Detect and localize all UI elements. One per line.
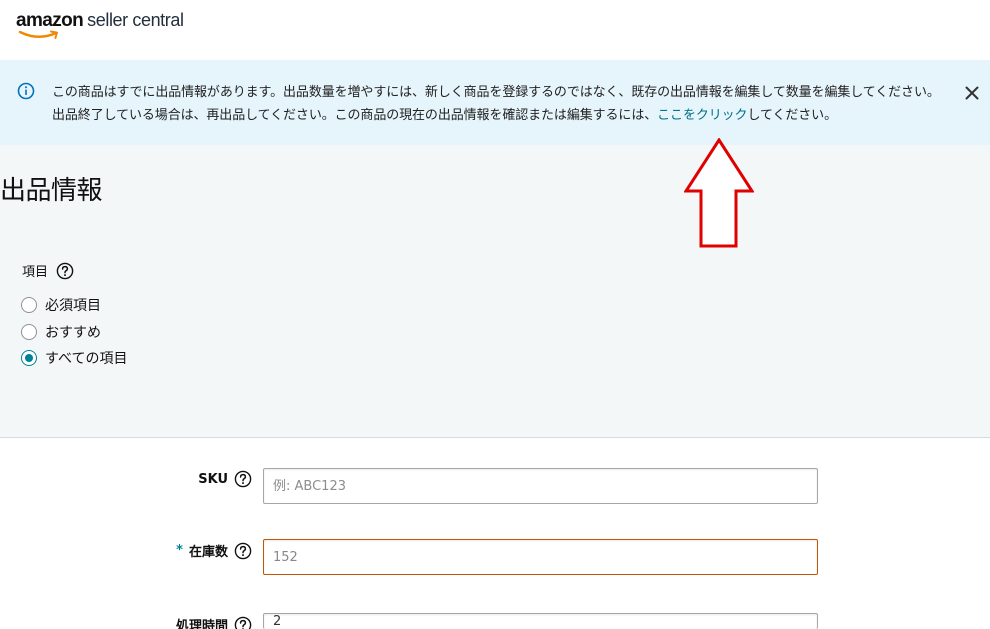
alert-message-line2-after: してください。 [747,108,837,123]
alert-message: この商品はすでに出品情報があります。出品数量を増やすには、新しく商品を登録するの… [52,81,957,127]
close-icon[interactable] [963,84,981,102]
help-icon[interactable] [234,616,252,629]
red-up-arrow-annotation [684,138,754,248]
radio-button[interactable] [21,324,37,340]
top-header: amazon seller central [0,0,990,60]
existing-listing-alert: この商品はすでに出品情報があります。出品数量を増やすには、新しく商品を登録するの… [0,60,990,145]
radio-all-items[interactable]: すべての項目 [21,348,127,368]
radio-label: すべての項目 [45,351,128,367]
radio-label: おすすめ [45,325,101,341]
quantity-input[interactable] [263,539,818,575]
quantity-label-row: * 在庫数 [0,541,252,560]
amazon-seller-central-logo[interactable]: amazon seller central [16,10,184,39]
sku-input[interactable] [263,468,818,504]
handling-time-label: 処理時間 [175,619,228,629]
logo-amazon-text: amazon [16,10,84,31]
info-icon [17,82,35,100]
sku-label-row: SKU [0,470,252,488]
help-icon[interactable] [234,542,252,560]
alert-message-line1: この商品はすでに出品情報があります。出品数量を増やすには、新しく商品を登録するの… [52,85,940,100]
logo-seller-central-text: seller central [87,10,184,30]
help-icon[interactable] [234,470,252,488]
required-marker: * [176,543,183,558]
click-here-link[interactable]: ここをクリック [657,108,747,123]
page-title: 出品情報 [0,176,103,206]
handling-time-input[interactable] [263,613,818,629]
radio-button[interactable] [21,297,37,313]
alert-message-line2-before: 出品終了している場合は、再出品してください。この商品の現在の出品情報を確認または… [52,108,658,123]
items-filter-header: 項目 [22,261,74,280]
sku-label: SKU [198,471,228,487]
amazon-smile-icon [18,30,58,39]
quantity-label: 在庫数 [188,545,228,560]
radio-button-selected[interactable] [21,350,37,366]
radio-label: 必須項目 [45,298,101,314]
listing-info-section: 出品情報 項目 必須項目 おすすめ すべての項目 [0,145,990,438]
radio-required-items[interactable]: 必須項目 [21,295,101,315]
items-filter-label: 項目 [22,265,49,280]
radio-recommended-items[interactable]: おすすめ [21,322,101,342]
alert-message-line2: 出品終了している場合は、再出品してください。この商品の現在の出品情報を確認または… [52,104,957,127]
handling-time-label-row: 処理時間 [0,615,252,629]
help-icon[interactable] [56,262,74,280]
